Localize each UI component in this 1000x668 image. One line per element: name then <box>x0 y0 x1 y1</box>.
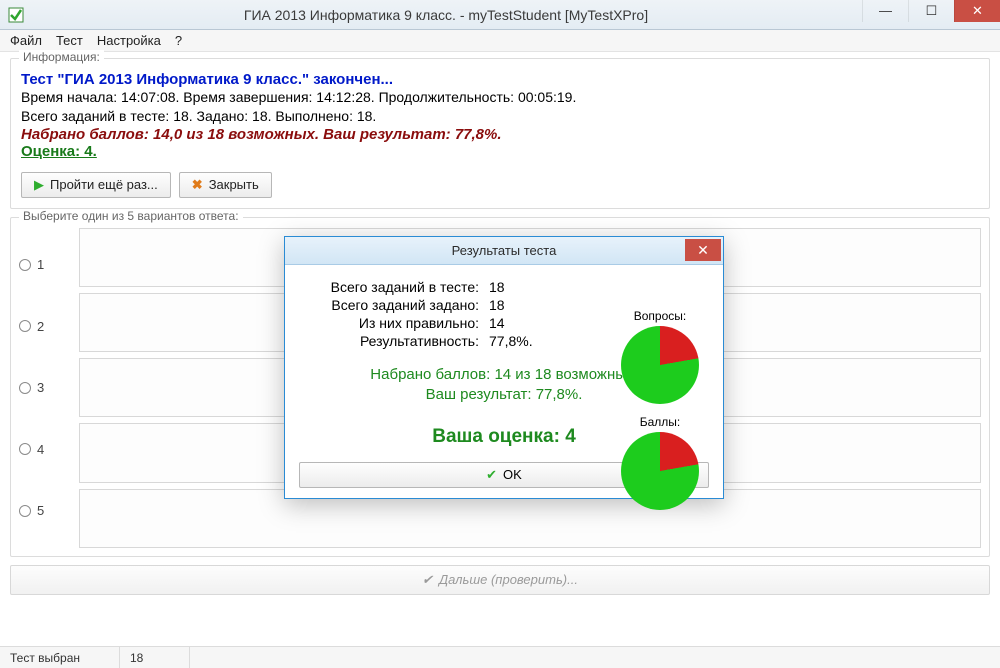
answers-radio-column: 1 2 3 4 5 <box>19 228 69 548</box>
stat-correct-label: Из них правильно: <box>299 315 489 331</box>
answer-option-label: 5 <box>37 503 44 518</box>
info-time-line: Время начала: 14:07:08. Время завершения… <box>21 88 979 107</box>
answer-option-label: 1 <box>37 257 44 272</box>
window-titlebar: ГИА 2013 Информатика 9 класс. - myTestSt… <box>0 0 1000 30</box>
stat-asked-label: Всего заданий задано: <box>299 297 489 313</box>
radio-icon <box>19 259 31 271</box>
stat-asked-value: 18 <box>489 297 539 313</box>
stat-perf-value: 77,8%. <box>489 333 539 349</box>
questions-pie-chart <box>621 326 699 404</box>
status-left: Тест выбран <box>0 647 120 668</box>
radio-icon <box>19 443 31 455</box>
next-button-label: Дальше (проверить)... <box>439 572 578 587</box>
retry-button-label: Пройти ещё раз... <box>50 177 158 192</box>
answer-option[interactable]: 5 <box>19 503 69 518</box>
info-grade-line: Оценка: 4. <box>21 143 979 160</box>
stat-total-label: Всего заданий в тесте: <box>299 279 489 295</box>
check-icon: ✔ <box>486 467 497 483</box>
window-close-button[interactable]: ✕ <box>954 0 1000 22</box>
info-legend: Информация: <box>19 50 104 64</box>
status-filler <box>190 647 1000 668</box>
window-controls: — ☐ ✕ <box>862 0 1000 22</box>
dialog-title: Результаты теста <box>452 243 557 258</box>
statusbar: Тест выбран 18 <box>0 646 1000 668</box>
menu-help[interactable]: ? <box>175 33 182 48</box>
answer-option[interactable]: 1 <box>19 257 69 272</box>
menu-file[interactable]: Файл <box>10 33 42 48</box>
info-tasks-line: Всего заданий в тесте: 18. Задано: 18. В… <box>21 107 979 126</box>
menu-settings[interactable]: Настройка <box>97 33 161 48</box>
info-score-line: Набрано баллов: 14,0 из 18 возможных. Ва… <box>21 126 979 143</box>
window-title: ГИА 2013 Информатика 9 класс. - myTestSt… <box>30 7 862 23</box>
answer-option-label: 2 <box>37 319 44 334</box>
info-groupbox: Информация: Тест "ГИА 2013 Информатика 9… <box>10 58 990 209</box>
points-pie-chart <box>621 432 699 510</box>
retry-button[interactable]: ▶ Пройти ещё раз... <box>21 172 171 198</box>
questions-pie-label: Вопросы: <box>615 309 705 323</box>
answers-legend: Выберите один из 5 вариантов ответа: <box>19 209 243 223</box>
stat-perf-label: Результативность: <box>299 333 489 349</box>
radio-icon <box>19 505 31 517</box>
stat-correct-value: 14 <box>489 315 539 331</box>
answer-option[interactable]: 2 <box>19 319 69 334</box>
results-dialog: Результаты теста ✕ Вопросы: Баллы: Всего… <box>284 236 724 499</box>
answer-option[interactable]: 3 <box>19 380 69 395</box>
close-button-label: Закрыть <box>209 177 259 192</box>
stat-total-value: 18 <box>489 279 539 295</box>
ok-button-label: OK <box>503 467 522 482</box>
maximize-button[interactable]: ☐ <box>908 0 954 22</box>
dialog-titlebar: Результаты теста ✕ <box>285 237 723 265</box>
close-icon: ✖ <box>192 177 203 193</box>
dialog-close-button[interactable]: ✕ <box>685 239 721 261</box>
points-pie-wrap: Баллы: <box>615 415 705 510</box>
status-count: 18 <box>120 647 190 668</box>
minimize-button[interactable]: — <box>862 0 908 22</box>
answer-option-label: 3 <box>37 380 44 395</box>
play-icon: ▶ <box>34 177 44 193</box>
radio-icon <box>19 382 31 394</box>
radio-icon <box>19 320 31 332</box>
info-title: Тест "ГИА 2013 Информатика 9 класс." зак… <box>21 71 979 88</box>
close-button[interactable]: ✖ Закрыть <box>179 172 272 198</box>
check-icon: ✔ <box>422 572 433 588</box>
answer-option-label: 4 <box>37 442 44 457</box>
menubar: Файл Тест Настройка ? <box>0 30 1000 52</box>
questions-pie-wrap: Вопросы: <box>615 309 705 404</box>
answer-option[interactable]: 4 <box>19 442 69 457</box>
next-button[interactable]: ✔ Дальше (проверить)... <box>10 565 990 595</box>
points-pie-label: Баллы: <box>615 415 705 429</box>
app-icon <box>8 7 24 23</box>
menu-test[interactable]: Тест <box>56 33 83 48</box>
